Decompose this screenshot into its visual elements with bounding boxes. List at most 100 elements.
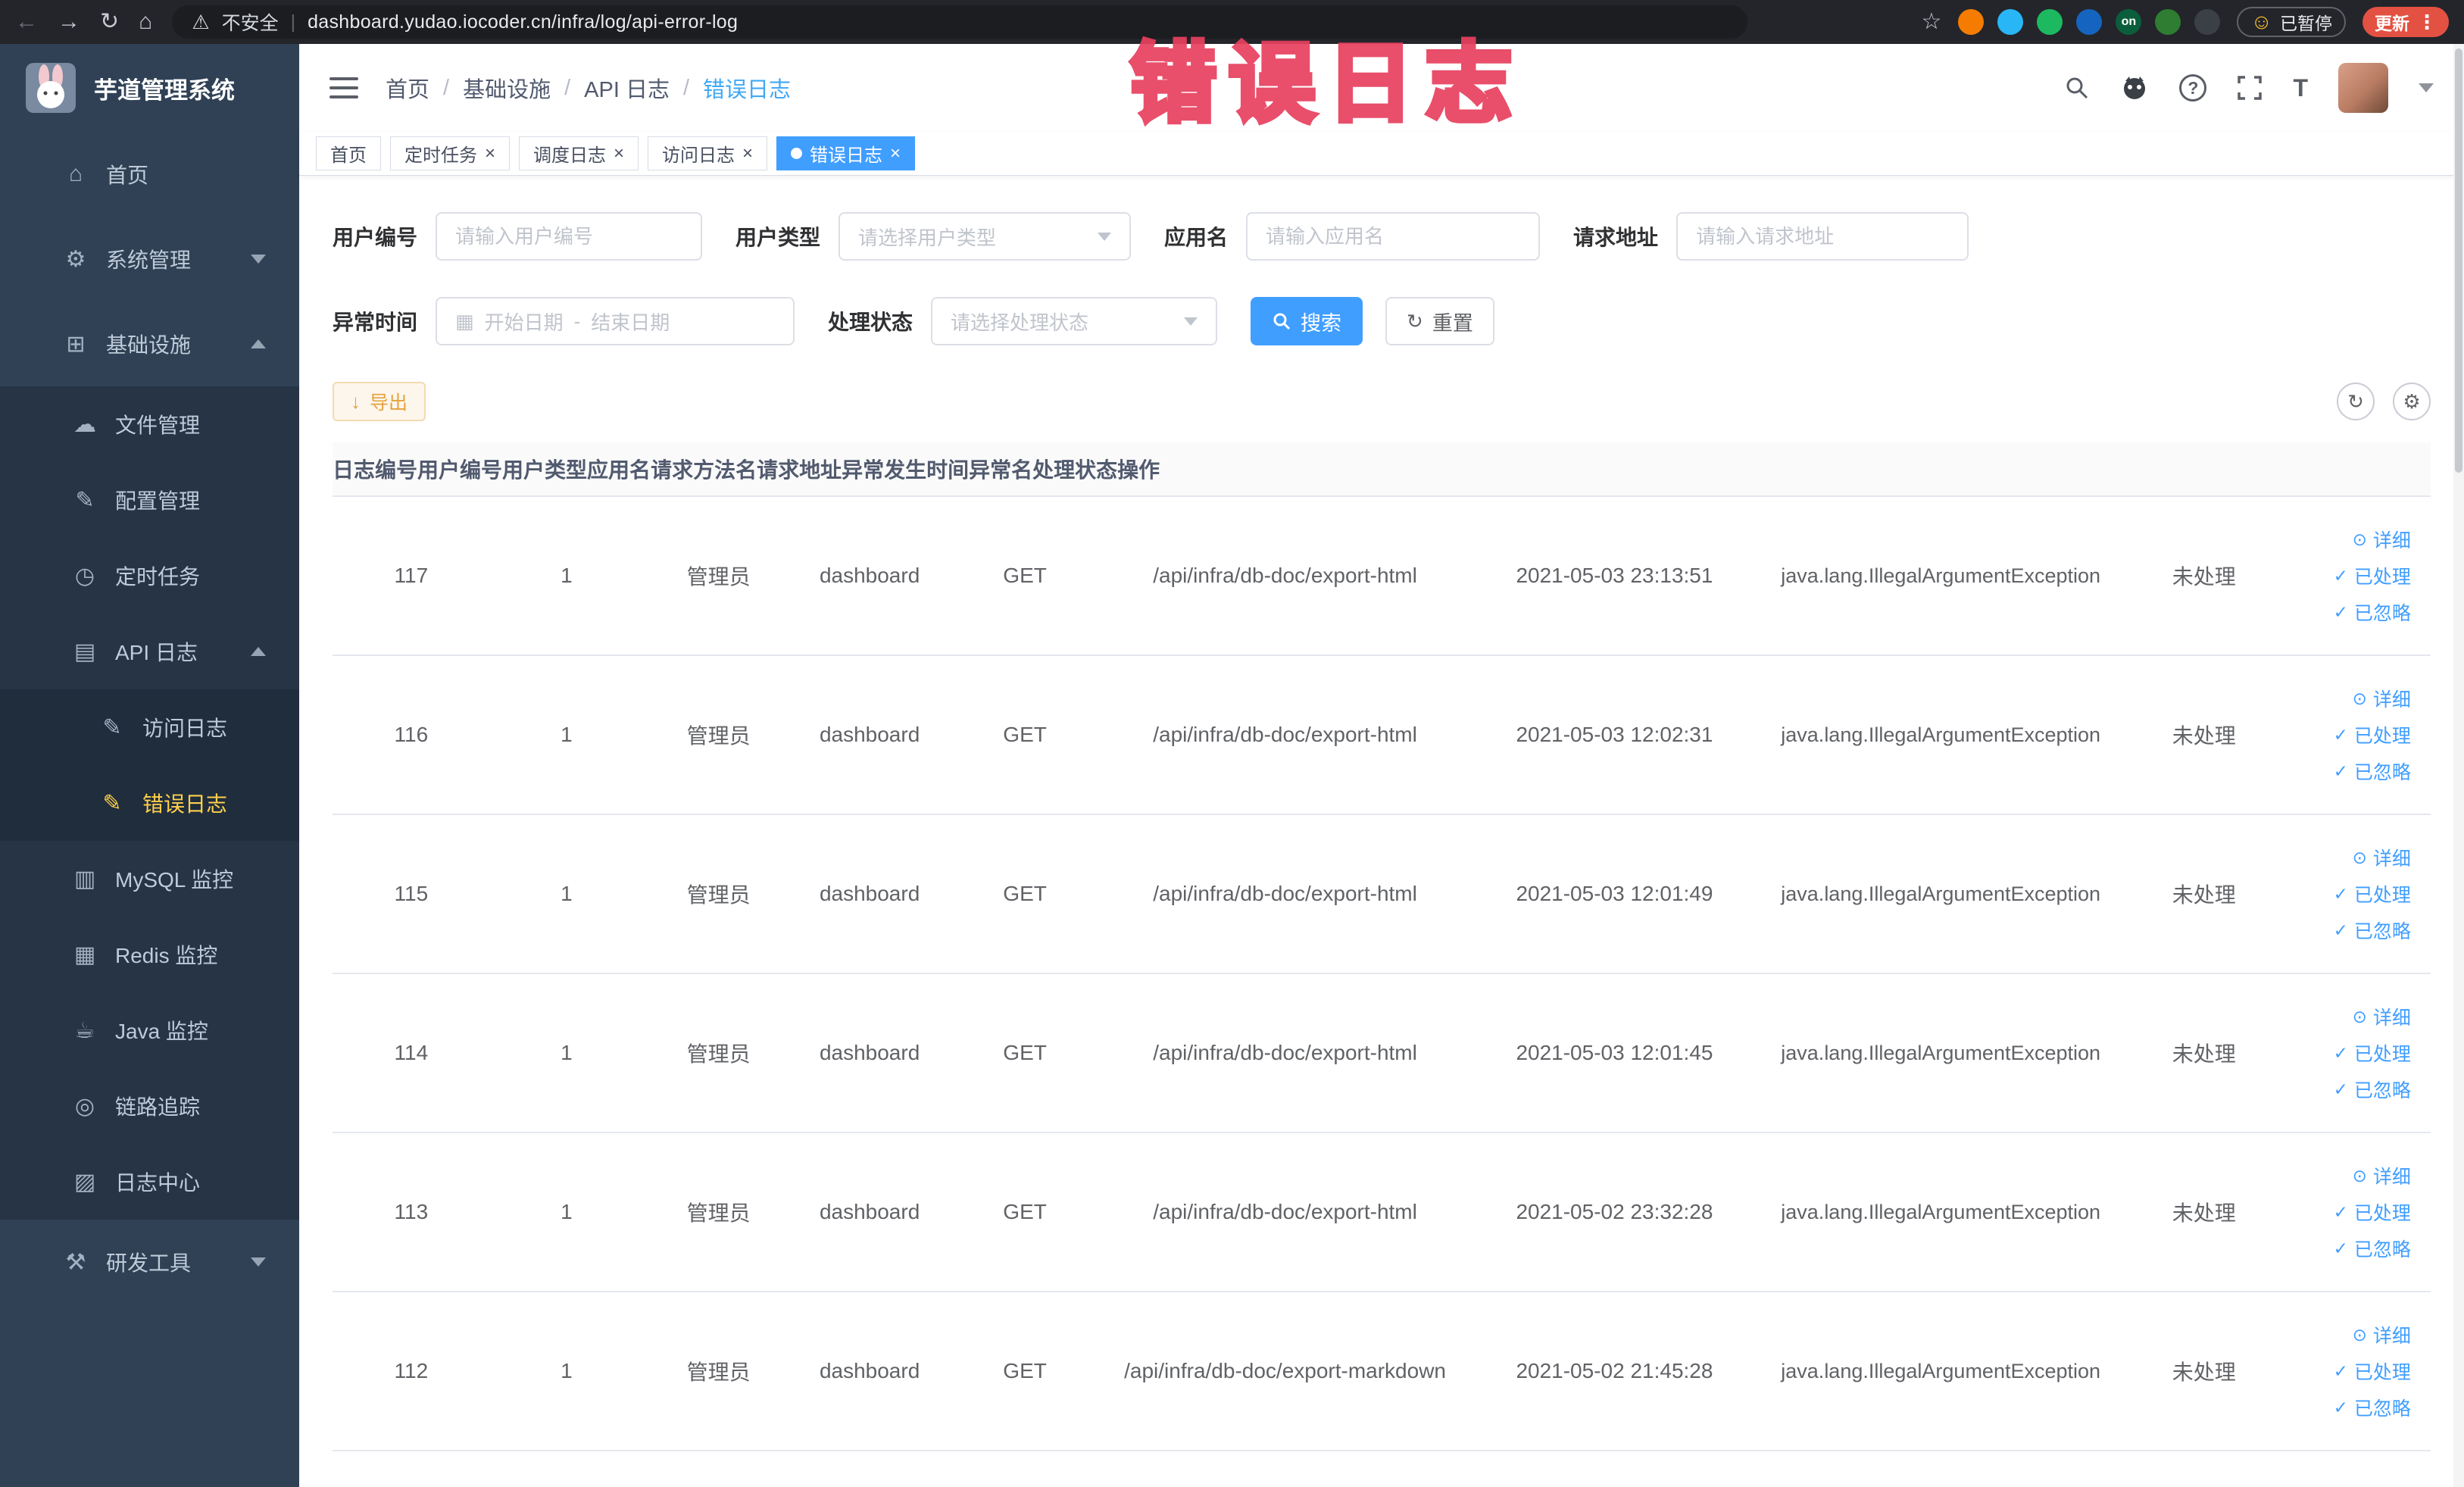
view-tab[interactable]: 错误日志 × — [776, 136, 916, 170]
reload-icon[interactable]: ↻ — [100, 11, 119, 33]
search-button[interactable]: 搜索 — [1251, 297, 1363, 345]
green-leaf-extension-icon[interactable] — [2155, 9, 2181, 35]
detail-link[interactable]: ⊙ 详细 — [2353, 1321, 2411, 1348]
breadcrumb-item[interactable]: 首页 / — [386, 72, 463, 104]
app-name-cell: dashboard — [819, 723, 920, 746]
process-status-select[interactable]: 请选择处理状态 — [931, 297, 1218, 345]
view-tab[interactable]: 访问日志 × — [648, 136, 768, 170]
bookmark-star-icon[interactable]: ☆ — [1922, 11, 1942, 33]
close-icon[interactable]: × — [742, 144, 753, 163]
sidebar-menu-item[interactable]: ▨ 日志中心 — [0, 1144, 299, 1220]
processed-link[interactable]: ✓ 已处理 — [2334, 1039, 2411, 1067]
processed-link[interactable]: ✓ 已处理 — [2334, 1198, 2411, 1226]
user-id-cell: 1 — [561, 882, 573, 905]
home-icon[interactable]: ⌂ — [139, 11, 152, 33]
browser-menu-icon[interactable]: ⋮ — [2417, 11, 2437, 34]
eye-icon: ⊙ — [2352, 1006, 2367, 1026]
request-url-label: 请求地址 — [1573, 226, 1659, 249]
view-tab[interactable]: 首页 — [316, 136, 381, 170]
detail-link[interactable]: ⊙ 详细 — [2353, 1162, 2411, 1189]
dark-paw-extension-icon[interactable] — [2194, 9, 2221, 35]
processed-link[interactable]: ✓ 已处理 — [2334, 721, 2411, 748]
update-button[interactable]: 更新 ⋮ — [2363, 7, 2449, 37]
breadcrumb-item[interactable]: 基础设施 / — [463, 72, 584, 104]
sidebar-menu-item[interactable]: ✎ 访问日志 — [0, 689, 299, 765]
processed-link[interactable]: ✓ 已处理 — [2334, 1357, 2411, 1385]
close-icon[interactable]: × — [614, 144, 624, 163]
orange-extension-icon[interactable] — [1958, 9, 1985, 35]
detail-link[interactable]: ⊙ 详细 — [2353, 844, 2411, 871]
blue-drop-extension-icon[interactable] — [1997, 9, 2024, 35]
ignored-link[interactable]: ✓ 已忽略 — [2334, 1076, 2411, 1103]
sidebar-menu-item[interactable]: ✎ 错误日志 — [0, 765, 299, 841]
fullscreen-icon[interactable] — [2237, 75, 2263, 101]
detail-link[interactable]: ⊙ 详细 — [2353, 1003, 2411, 1030]
export-button[interactable]: ↓ 导出 — [333, 382, 426, 421]
column-header: 用户类型 — [502, 458, 588, 482]
detail-link[interactable]: ⊙ 详细 — [2353, 526, 2411, 553]
view-tab[interactable]: 调度日志 × — [519, 136, 639, 170]
sidebar-menu-item[interactable]: ▥ MySQL 监控 — [0, 841, 299, 917]
security-label: 不安全 — [221, 13, 279, 34]
user-type-select[interactable]: 请选择用户类型 — [839, 212, 1132, 261]
sidebar-menu-item[interactable]: ☕ Java 监控 — [0, 992, 299, 1068]
sidebar-menu-item[interactable]: ☁ 文件管理 — [0, 386, 299, 462]
scrollbar[interactable] — [2453, 44, 2464, 1487]
github-icon[interactable] — [2120, 73, 2149, 102]
app-name-input[interactable] — [1266, 224, 1521, 248]
view-tab[interactable]: 定时任务 × — [390, 136, 511, 170]
sidebar-menu-item[interactable]: ▦ Redis 监控 — [0, 917, 299, 992]
sidebar-toggle-button[interactable] — [329, 77, 358, 98]
paused-badge[interactable]: ☺ 已暂停 — [2237, 7, 2346, 37]
detail-link[interactable]: ⊙ 详细 — [2353, 685, 2411, 712]
status-cell: 未处理 — [2172, 565, 2236, 589]
reset-button-wrap: ↻ 重置 — [1385, 297, 1494, 345]
refresh-button[interactable]: ↻ — [2337, 383, 2375, 420]
ignored-link[interactable]: ✓ 已忽略 — [2334, 1235, 2411, 1262]
ignored-link[interactable]: ✓ 已忽略 — [2334, 917, 2411, 944]
sidebar-menu-item[interactable]: ◷ 定时任务 — [0, 538, 299, 614]
user-avatar[interactable] — [2338, 63, 2388, 113]
menu-item-label: 定时任务 — [115, 565, 201, 589]
reset-button[interactable]: ↻ 重置 — [1385, 297, 1494, 345]
settings-button[interactable]: ⚙ — [2393, 383, 2431, 420]
blue-grid-extension-icon[interactable] — [2076, 9, 2103, 35]
sidebar-menu-item[interactable]: ⚙ 系统管理 — [0, 217, 299, 301]
sidebar-menu-item[interactable]: ⊞ 基础设施 — [0, 301, 299, 386]
sidebar-menu-item[interactable]: ⚒ 研发工具 — [0, 1220, 299, 1304]
request-url-cell: /api/infra/db-doc/export-html — [1153, 564, 1417, 587]
ignored-link[interactable]: ✓ 已忽略 — [2334, 598, 2411, 626]
request-url-field-group: 请求地址 — [1573, 212, 1969, 261]
sidebar-menu-item[interactable]: ✎ 配置管理 — [0, 462, 299, 538]
eye-icon: ⊙ — [2352, 529, 2367, 549]
font-size-icon[interactable]: T — [2293, 74, 2308, 102]
close-icon[interactable]: × — [485, 144, 495, 163]
green-circle-extension-icon[interactable] — [2037, 9, 2063, 35]
log-id-cell: 116 — [394, 723, 429, 746]
scrollbar-thumb[interactable] — [2455, 48, 2462, 473]
app-logo[interactable]: 芋道管理系统 — [0, 44, 299, 132]
request-url-input[interactable] — [1696, 224, 1950, 248]
processed-link[interactable]: ✓ 已处理 — [2334, 880, 2411, 908]
user-id-input[interactable] — [455, 224, 683, 248]
breadcrumb-item[interactable]: API 日志 / — [584, 72, 703, 104]
forward-icon[interactable]: → — [58, 11, 80, 33]
search-icon[interactable] — [2064, 75, 2090, 101]
request-url-cell: /api/infra/db-doc/export-markdown — [1124, 1359, 1446, 1382]
extension-icons: on — [1958, 9, 2221, 35]
sidebar-menu-item[interactable]: ⌂ 首页 — [0, 132, 299, 217]
user-type-cell: 管理员 — [686, 1360, 751, 1384]
help-icon[interactable]: ? — [2179, 74, 2207, 102]
sidebar-menu-item[interactable]: ◎ 链路追踪 — [0, 1068, 299, 1144]
sidebar-menu-item[interactable]: ▤ API 日志 — [0, 614, 299, 689]
close-icon[interactable]: × — [890, 144, 901, 163]
config-manage-icon: ✎ — [75, 487, 95, 513]
ignored-link[interactable]: ✓ 已忽略 — [2334, 758, 2411, 785]
chevron-down-icon[interactable] — [2419, 83, 2434, 92]
back-icon[interactable]: ← — [15, 11, 38, 33]
exception-time-range-picker[interactable]: ▦ 开始日期 - 结束日期 — [436, 297, 795, 345]
breadcrumb-item[interactable]: 错误日志 / — [703, 72, 791, 104]
processed-link[interactable]: ✓ 已处理 — [2334, 562, 2411, 589]
ignored-link[interactable]: ✓ 已忽略 — [2334, 1394, 2411, 1421]
on-badge-extension-icon[interactable]: on — [2116, 9, 2142, 35]
